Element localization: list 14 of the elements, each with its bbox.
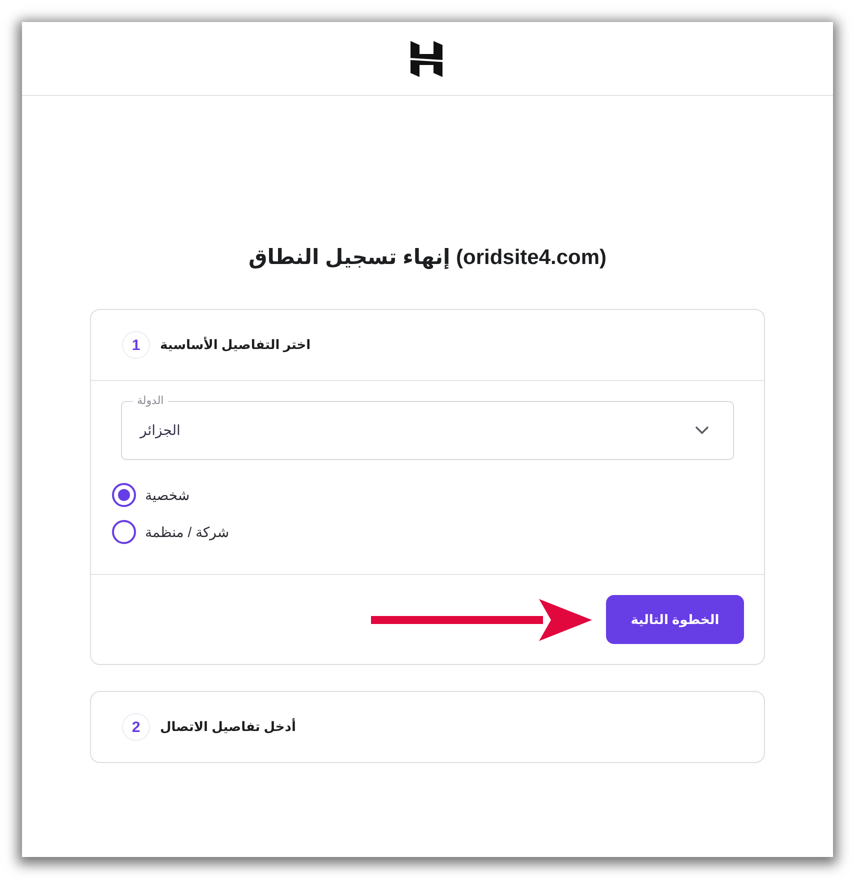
page-title: إنهاء تسجيل النطاق (oridsite4.com) bbox=[248, 245, 607, 272]
chevron-down-icon bbox=[695, 426, 709, 435]
field-label: الدولة bbox=[133, 393, 168, 409]
next-step-button[interactable]: الخطوة التالية bbox=[606, 595, 744, 644]
logo-icon bbox=[410, 40, 443, 76]
radio-button[interactable] bbox=[112, 483, 136, 507]
radio-label[interactable]: شخصية bbox=[145, 486, 190, 504]
select-value: الجزائر bbox=[140, 422, 180, 439]
step-title: اختر التفاصيل الأساسية bbox=[160, 337, 311, 353]
step-title[interactable]: أدخل تفاصيل الاتصال bbox=[160, 719, 296, 735]
radio-button[interactable] bbox=[112, 520, 136, 544]
radio-label[interactable]: شركة / منظمة bbox=[145, 524, 230, 540]
step-number: 2 bbox=[122, 713, 150, 741]
step-number: 1 bbox=[122, 331, 150, 359]
